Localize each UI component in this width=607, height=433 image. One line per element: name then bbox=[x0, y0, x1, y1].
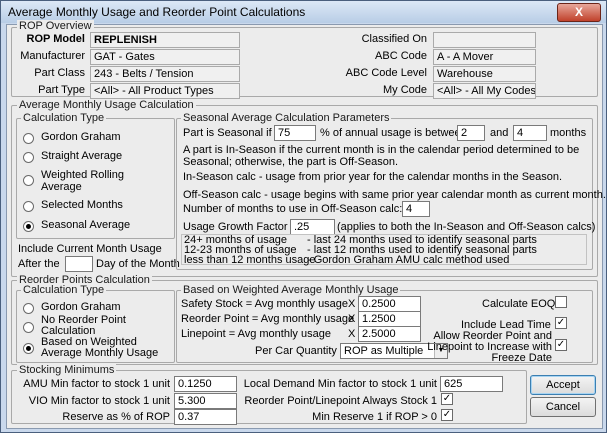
between-from-input[interactable]: 2 bbox=[457, 125, 485, 141]
calculate-eoq-label: Calculate EOQ bbox=[482, 298, 556, 310]
part-type-label: Part Type bbox=[38, 84, 85, 96]
growth-factor-input[interactable]: .25 bbox=[290, 219, 335, 235]
part-type-field: <All> - All Product Types bbox=[90, 83, 240, 99]
rop-option-gordon-graham-label[interactable]: Gordon Graham bbox=[41, 301, 120, 313]
rop-option-weighted-label[interactable]: Based on Weighted Average Monthly Usage bbox=[41, 337, 166, 359]
manufacturer-label: Manufacturer bbox=[20, 50, 85, 62]
growth-factor-label: Usage Growth Factor bbox=[183, 221, 288, 233]
reorder-calc-type-title: Calculation Type bbox=[21, 284, 107, 296]
seasonal-pct-input[interactable]: 75 bbox=[274, 125, 316, 141]
seasonal-params-title: Seasonal Average Calculation Parameters bbox=[181, 112, 392, 124]
weighted-amu-title: Based on Weighted Average Monthly Usage bbox=[181, 284, 401, 296]
rule-less-label: less than 12 months usage bbox=[184, 254, 316, 266]
linepoint-x: X bbox=[348, 328, 356, 340]
linepoint-input[interactable]: 2.5000 bbox=[358, 326, 421, 342]
min-reserve-label: Min Reserve 1 if ROP > 0 bbox=[312, 411, 437, 423]
day-of-month-label: Day of the Month bbox=[96, 258, 180, 270]
classified-on-label: Classified On bbox=[361, 33, 427, 45]
close-button[interactable]: X bbox=[557, 3, 601, 22]
amu-option-selected-months-radio[interactable] bbox=[23, 201, 34, 212]
cancel-button[interactable]: Cancel bbox=[530, 397, 596, 417]
after-the-label: After the bbox=[18, 258, 60, 270]
after-the-day-input[interactable] bbox=[65, 256, 93, 272]
always-stock-checkbox[interactable]: ✓ bbox=[441, 393, 453, 405]
amu-option-gordon-graham-label[interactable]: Gordon Graham bbox=[41, 131, 120, 143]
rop-option-no-reorder-radio[interactable] bbox=[23, 322, 34, 333]
calculate-eoq-checkbox[interactable] bbox=[555, 296, 567, 308]
my-code-field: <All> - All My Codes bbox=[433, 83, 536, 99]
reorder-point-label: Reorder Point = Avg monthly usage bbox=[181, 313, 355, 325]
allow-increase-checkbox[interactable]: ✓ bbox=[555, 339, 567, 351]
amu-option-weighted-rolling-radio[interactable] bbox=[23, 175, 34, 186]
off-season-months-input[interactable]: 4 bbox=[402, 201, 430, 217]
accept-button[interactable]: Accept bbox=[530, 375, 596, 395]
abc-code-field: A - A Mover bbox=[433, 49, 536, 65]
seasonal-if-label: Part is Seasonal if bbox=[183, 127, 272, 139]
rop-model-field: REPLENISH bbox=[90, 32, 240, 48]
abc-code-level-field: Warehouse bbox=[433, 66, 536, 82]
safety-stock-x: X bbox=[348, 298, 356, 310]
off-season-months-label: Number of months to use in Off-Season ca… bbox=[183, 203, 403, 215]
min-reserve-checkbox[interactable]: ✓ bbox=[441, 409, 453, 421]
rop-option-gordon-graham-radio[interactable] bbox=[23, 303, 34, 314]
stocking-minimums-title: Stocking Minimums bbox=[17, 364, 117, 376]
part-class-label: Part Class bbox=[34, 67, 85, 79]
classified-on-field bbox=[433, 32, 536, 48]
amu-calc-title: Average Monthly Usage Calculation bbox=[17, 99, 196, 111]
vio-min-input[interactable]: 5.300 bbox=[174, 393, 237, 409]
amu-calc-type-title: Calculation Type bbox=[21, 112, 107, 124]
amu-option-selected-months-label[interactable]: Selected Months bbox=[41, 199, 123, 211]
months-label: months bbox=[550, 127, 587, 139]
and-label: and bbox=[490, 127, 509, 139]
vio-min-label: VIO Min factor to stock 1 unit bbox=[28, 395, 170, 407]
amu-option-straight-average-label[interactable]: Straight Average bbox=[41, 150, 122, 162]
reorder-point-x: X bbox=[348, 313, 356, 325]
safety-stock-label: Safety Stock = Avg monthly usage bbox=[181, 298, 349, 310]
growth-factor-note: (applies to both the In-Season and Off-S… bbox=[337, 221, 596, 233]
abc-code-label: ABC Code bbox=[375, 50, 427, 62]
abc-code-level-label: ABC Code Level bbox=[345, 67, 427, 79]
amu-option-seasonal-average-radio[interactable] bbox=[23, 221, 34, 232]
amu-min-label: AMU Min factor to stock 1 unit bbox=[23, 378, 170, 390]
always-stock-label: Reorder Point/Linepoint Always Stock 1 bbox=[244, 395, 437, 407]
linepoint-label: Linepoint = Avg monthly usage bbox=[181, 328, 331, 340]
in-season-calc-text: In-Season calc - usage from prior year f… bbox=[183, 171, 563, 183]
rop-option-weighted-radio[interactable] bbox=[23, 343, 34, 354]
include-current-month-label: Include Current Month Usage bbox=[18, 243, 162, 255]
local-demand-input[interactable]: 625 bbox=[440, 376, 503, 392]
off-season-calc-text: Off-Season calc - usage begins with same… bbox=[183, 189, 606, 201]
between-to-input[interactable]: 4 bbox=[513, 125, 547, 141]
include-lead-time-checkbox[interactable]: ✓ bbox=[555, 317, 567, 329]
manufacturer-field: GAT - Gates bbox=[90, 49, 240, 65]
part-class-field: 243 - Belts / Tension bbox=[90, 66, 240, 82]
amu-option-straight-average-radio[interactable] bbox=[23, 152, 34, 163]
allow-increase-label: Allow Reorder Point and Linepoint to Inc… bbox=[427, 330, 552, 364]
local-demand-label: Local Demand Min factor to stock 1 unit bbox=[243, 378, 437, 390]
reserve-pct-input[interactable]: 0.37 bbox=[174, 409, 237, 425]
rop-overview-title: ROP Overview bbox=[17, 20, 94, 32]
in-season-definition: A part is In-Season if the current month… bbox=[183, 144, 580, 168]
rop-model-label: ROP Model bbox=[26, 33, 85, 45]
amu-option-weighted-rolling-label[interactable]: Weighted Rolling Average bbox=[41, 169, 129, 193]
reserve-pct-label: Reserve as % of ROP bbox=[62, 411, 170, 423]
window-title: Average Monthly Usage and Reorder Point … bbox=[8, 5, 306, 19]
annual-usage-label: % of annual usage is between bbox=[320, 127, 467, 139]
per-car-quantity-value: ROP as Multiple bbox=[344, 345, 424, 357]
amu-min-input[interactable]: 0.1250 bbox=[174, 376, 237, 392]
amu-option-gordon-graham-radio[interactable] bbox=[23, 133, 34, 144]
per-car-quantity-label: Per Car Quantity bbox=[255, 345, 337, 357]
reorder-point-input[interactable]: 1.2500 bbox=[358, 311, 421, 327]
dialog-window: Average Monthly Usage and Reorder Point … bbox=[0, 0, 607, 433]
safety-stock-input[interactable]: 0.2500 bbox=[358, 296, 421, 312]
rule-less-text: - Gordon Graham AMU calc method used bbox=[307, 254, 510, 266]
my-code-label: My Code bbox=[382, 84, 427, 96]
rop-option-no-reorder-label[interactable]: No Reorder Point Calculation bbox=[41, 315, 136, 337]
amu-option-seasonal-average-label[interactable]: Seasonal Average bbox=[41, 219, 130, 231]
dialog-body: ROP Overview ROP Model REPLENISH Classif… bbox=[6, 20, 606, 429]
